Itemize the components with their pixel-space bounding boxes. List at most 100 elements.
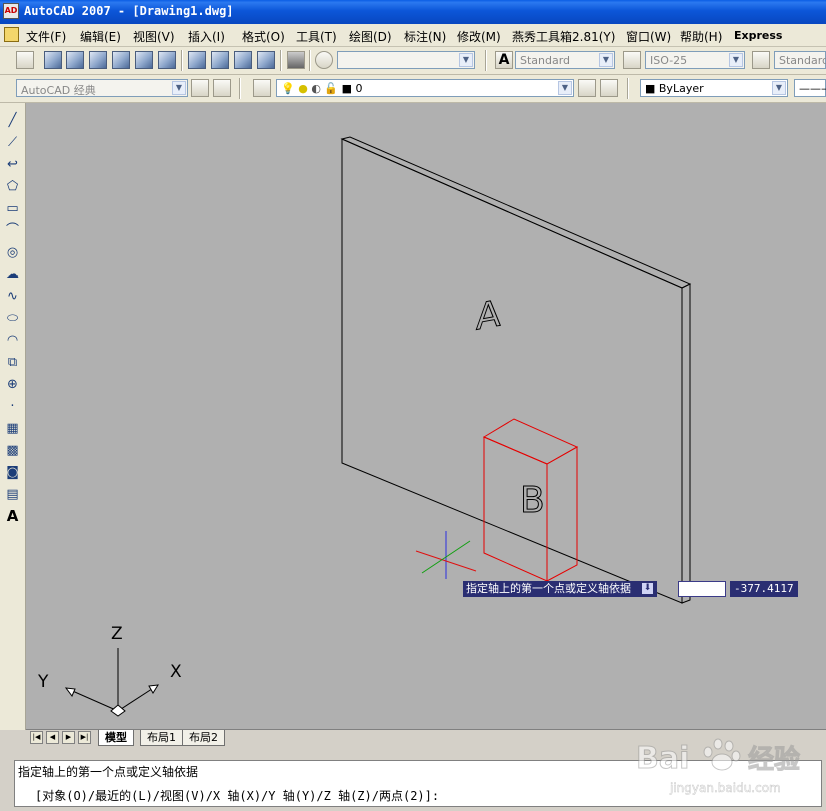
menu-view[interactable]: 视图(V) — [133, 28, 175, 45]
menu-help[interactable]: 帮助(H) — [680, 28, 722, 45]
window-title: AutoCAD 2007 - [Drawing1.dwg] — [24, 4, 234, 18]
menu-window[interactable]: 窗口(W) — [626, 28, 671, 45]
workspace-combo[interactable]: AutoCAD 经典 ▼ — [16, 79, 188, 97]
ellipse-icon[interactable]: ⬭ — [3, 309, 22, 328]
hatch-icon[interactable]: ▦ — [3, 419, 22, 438]
ellipse-arc-icon[interactable]: ◠ — [3, 331, 22, 350]
nw-iso-view-icon[interactable] — [257, 51, 275, 69]
gradient-icon[interactable]: ▩ — [3, 441, 22, 460]
back-view-icon[interactable] — [158, 51, 176, 69]
table-style-combo[interactable]: Standard — [774, 51, 826, 69]
make-block-icon[interactable]: ⊕ — [3, 375, 22, 394]
tab-layout2[interactable]: 布局2 — [182, 730, 225, 746]
toolbar-separator — [485, 50, 487, 71]
se-iso-view-icon[interactable] — [211, 51, 229, 69]
layer-color-swatch: ■ — [341, 82, 353, 95]
workspace-value: AutoCAD 经典 — [21, 84, 96, 97]
menu-dimension[interactable]: 标注(N) — [404, 28, 446, 45]
construction-line-icon[interactable]: ⟋ — [3, 133, 22, 152]
named-views-icon[interactable] — [16, 51, 34, 69]
next-tab-icon[interactable]: ▶ — [62, 731, 75, 744]
spline-icon[interactable]: ∿ — [3, 287, 22, 306]
toolbar-layers: AutoCAD 经典▼ 💡 ● ◐ 🔓 ■ 0 ▼ ■ ByLayer▼ ——— — [0, 75, 826, 103]
menu-draw[interactable]: 绘图(D) — [349, 28, 392, 45]
ne-iso-view-icon[interactable] — [234, 51, 252, 69]
sw-iso-view-icon[interactable] — [188, 51, 206, 69]
autocad-app-icon[interactable]: AD — [3, 3, 19, 19]
ucs-y-label: Y — [37, 672, 49, 692]
command-line-2: [对象(O)/最近的(L)/视图(V)/X 轴(X)/Y 轴(Y)/Z 轴(Z)… — [35, 789, 440, 803]
tab-model[interactable]: 模型 — [98, 730, 134, 746]
drawing-area[interactable]: Z X Y A B — [26, 103, 826, 729]
region-icon[interactable]: ◙ — [3, 463, 22, 482]
table-style-icon[interactable] — [752, 51, 770, 69]
title-bar: AD AutoCAD 2007 - [Drawing1.dwg] — [0, 0, 826, 24]
menu-modify[interactable]: 修改(M) — [457, 28, 501, 45]
svg-text:经验: 经验 — [748, 744, 800, 775]
linetype-combo[interactable]: ——— — [794, 79, 826, 97]
polyline-icon[interactable]: ↩ — [3, 155, 22, 174]
dim-style-value: ISO-25 — [650, 54, 688, 67]
multiline-text-icon[interactable]: A — [3, 507, 22, 526]
layer-manager-icon[interactable] — [253, 79, 271, 97]
dynamic-input-value: -377.4117 — [730, 581, 798, 597]
menu-insert[interactable]: 插入(I) — [188, 28, 225, 45]
menu-tools[interactable]: 工具(T) — [296, 28, 337, 45]
layer-viewport-icon: ◐ — [311, 82, 321, 95]
layer-combo[interactable]: 💡 ● ◐ 🔓 ■ 0 ▼ — [276, 79, 574, 97]
menu-yanxiu-toolbox[interactable]: 燕秀工具箱2.81(Y) — [512, 28, 615, 45]
color-combo[interactable]: ■ ByLayer ▼ — [640, 79, 788, 97]
view-combo[interactable]: ▼ — [337, 51, 475, 69]
ucs-add-icon[interactable] — [315, 51, 333, 69]
rectangle-icon[interactable]: ▭ — [3, 199, 22, 218]
command-line-1: 指定轴上的第一个点或定义轴依据 — [18, 765, 199, 779]
bottom-view-icon[interactable] — [66, 51, 84, 69]
revision-cloud-icon[interactable]: ☁ — [3, 265, 22, 284]
menu-file[interactable]: 文件(F) — [26, 28, 66, 45]
menu-bar: 文件(F) 编辑(E) 视图(V) 插入(I) 格式(O) 工具(T) 绘图(D… — [0, 24, 826, 47]
menu-format[interactable]: 格式(O) — [242, 28, 285, 45]
last-tab-icon[interactable]: ▶| — [78, 731, 91, 744]
table-icon[interactable]: ▤ — [3, 485, 22, 504]
layer-lock-icon: 🔓 — [324, 82, 339, 95]
dynamic-input-field[interactable] — [678, 581, 726, 597]
camera-icon[interactable] — [287, 51, 305, 69]
right-view-icon[interactable] — [112, 51, 130, 69]
toolbar-views: ▼ A Standard ▼ ISO-25 ▼ Standard — [0, 47, 826, 75]
dim-style-combo[interactable]: ISO-25 ▼ — [645, 51, 745, 69]
dynamic-options-down-icon[interactable]: ⬇ — [642, 583, 653, 594]
baidu-jingyan-watermark: Bai 经验 jingyan.baidu.com — [636, 730, 822, 800]
panel-a[interactable] — [340, 136, 692, 604]
toolbar-separator — [309, 50, 311, 71]
text-style-combo[interactable]: Standard ▼ — [515, 51, 615, 69]
insert-block-icon[interactable]: ⧉ — [3, 353, 22, 372]
dynamic-input-prompt: 指定轴上的第一个点或定义轴依据 ⬇ — [463, 581, 657, 597]
prev-tab-icon[interactable]: ◀ — [46, 731, 59, 744]
menu-express[interactable]: Express — [734, 29, 782, 42]
first-tab-icon[interactable]: |◀ — [30, 731, 43, 744]
top-view-icon[interactable] — [44, 51, 62, 69]
menu-edit[interactable]: 编辑(E) — [80, 28, 121, 45]
dynamic-prompt-text: 指定轴上的第一个点或定义轴依据 — [466, 582, 631, 595]
workspace-save-icon[interactable] — [213, 79, 231, 97]
dim-style-icon[interactable] — [623, 51, 641, 69]
make-layer-current-icon[interactable] — [578, 79, 596, 97]
document-icon[interactable] — [4, 27, 19, 42]
front-view-icon[interactable] — [135, 51, 153, 69]
color-swatch: ■ — [645, 82, 659, 95]
color-value: ByLayer — [658, 82, 704, 95]
line-icon[interactable]: ╱ — [3, 111, 22, 130]
workspace-settings-icon[interactable] — [191, 79, 209, 97]
layer-previous-icon[interactable] — [600, 79, 618, 97]
layer-value: 0 — [355, 82, 363, 95]
layer-freeze-icon: ● — [298, 82, 308, 95]
point-icon[interactable]: · — [3, 397, 22, 416]
text-style-value: Standard — [520, 54, 571, 67]
left-view-icon[interactable] — [89, 51, 107, 69]
paw-icon — [703, 738, 741, 771]
text-style-icon[interactable]: A — [495, 51, 513, 69]
polygon-icon[interactable]: ⬠ — [3, 177, 22, 196]
circle-icon[interactable]: ◎ — [3, 243, 22, 262]
arc-icon[interactable]: ⌒ — [3, 221, 22, 240]
tab-layout1[interactable]: 布局1 — [140, 730, 183, 746]
